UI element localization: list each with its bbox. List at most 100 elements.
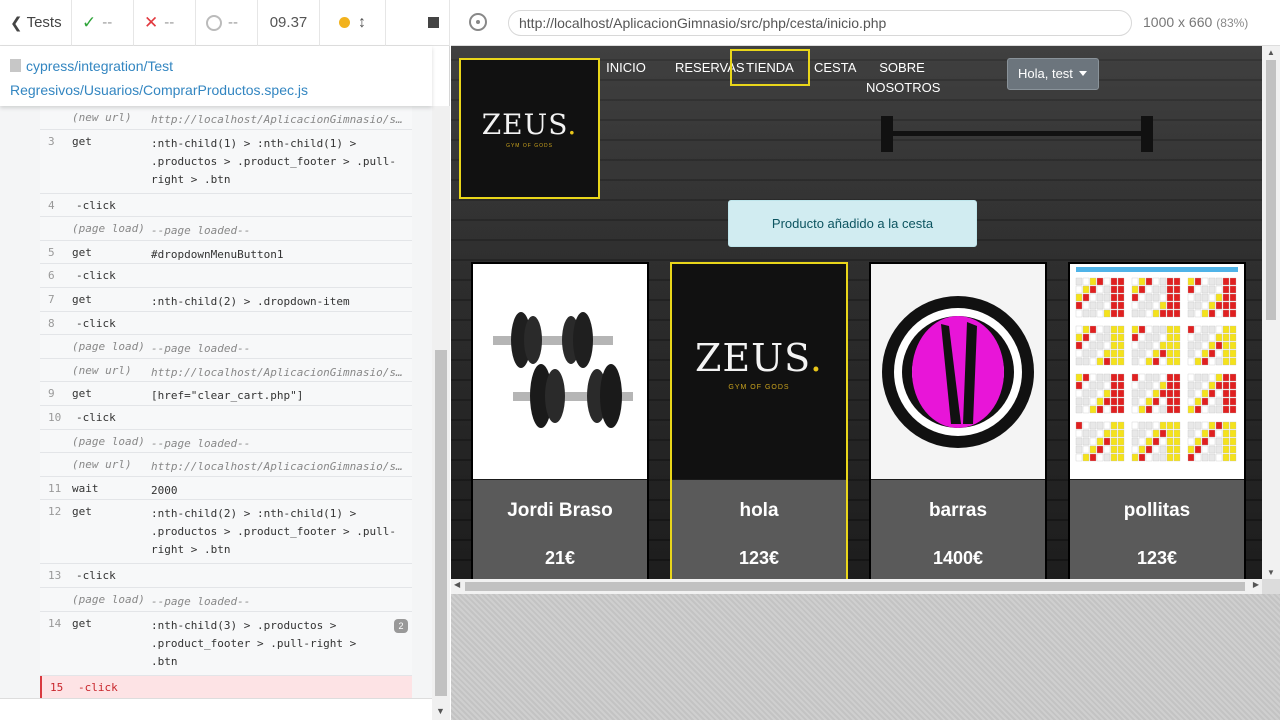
aut-vertical-scrollbar[interactable]: ▲ ▼ — [1262, 46, 1280, 579]
app-runner: http://localhost/AplicacionGimnasio/src/… — [451, 0, 1280, 720]
product-price: 1400€ — [932, 548, 984, 568]
pending-circle-icon — [206, 14, 222, 31]
scroll-right-icon[interactable]: ▶ — [1253, 580, 1259, 589]
command-log-event[interactable]: (page load) --page loaded-- — [40, 217, 412, 241]
reporter-scrollbar[interactable]: ▼ — [432, 106, 450, 720]
command-list: (new url) http://localhost/AplicacionGimn… — [40, 106, 412, 698]
command-log-event[interactable]: (new url) http://localhost/AplicacionGimn… — [40, 106, 412, 130]
spec-file-path[interactable]: cypress/integration/Test Regresivos/Usua… — [0, 46, 432, 106]
command-message: 2000 — [151, 483, 178, 497]
command-message: :nth-child(2) > :nth-child(1) > .product… — [151, 507, 397, 557]
product-card[interactable]: barras 1400€ — [869, 262, 1047, 594]
gym-hero-background: ZEUS. GYM OF GODS INICIO RESERVAS TIENDA… — [451, 46, 1262, 594]
nav-tienda[interactable]: TIENDA — [730, 49, 810, 86]
nav-inicio[interactable]: INICIO — [606, 58, 646, 78]
calendar-image — [1070, 264, 1244, 479]
command-message: http://localhost/AplicacionGimnasio/s... — [151, 460, 403, 474]
command-log-row[interactable]: 8 -click — [40, 311, 412, 336]
auto-scroll-toggle[interactable]: ↕ — [320, 0, 386, 46]
user-greeting: Hola, test — [1018, 66, 1073, 81]
command-log-event[interactable]: (page load) --page loaded-- — [40, 335, 412, 359]
command-log-row[interactable]: 13 -click — [40, 564, 412, 588]
logo-tagline: GYM OF GODS — [506, 143, 553, 149]
caret-down-icon — [1078, 71, 1087, 76]
command-message: #dropdownMenuButton1 — [151, 247, 284, 261]
scroll-down-icon[interactable]: ▼ — [436, 706, 445, 716]
command-number: 7 — [48, 292, 55, 306]
url-bar: http://localhost/AplicacionGimnasio/src/… — [451, 0, 1280, 46]
stop-button[interactable] — [386, 0, 450, 46]
product-footer: hola 123€ — [672, 480, 846, 594]
command-message: :nth-child(3) > .productos > .product_fo… — [151, 618, 357, 668]
passed-count: ✓ -- — [72, 0, 134, 46]
command-name: -click — [76, 410, 116, 424]
application-under-test: ZEUS. GYM OF GODS INICIO RESERVAS TIENDA… — [451, 46, 1280, 594]
aut-url[interactable]: http://localhost/AplicacionGimnasio/src/… — [508, 10, 1132, 36]
command-log-event[interactable]: (page load) --page loaded-- — [40, 429, 412, 454]
command-name: get — [72, 134, 92, 148]
product-card[interactable]: Jordi Braso 21€ — [471, 262, 649, 594]
aut-horizontal-scrollbar[interactable]: ◀ ▶ — [451, 579, 1262, 594]
zeus-logo-image: ZEUS. GYM OF GODS — [695, 336, 823, 391]
nav-cesta[interactable]: CESTA — [814, 58, 856, 78]
command-name: (page load) — [72, 434, 145, 448]
product-title: hola — [739, 500, 779, 521]
command-log-row[interactable]: 3 get:nth-child(1) > :nth-child(1) > .pro… — [40, 129, 412, 194]
scroll-up-icon[interactable]: ▲ — [1267, 48, 1275, 57]
barbell-decoration — [891, 131, 1141, 136]
scrollbar-thumb[interactable] — [465, 582, 1245, 591]
command-name: (page load) — [72, 592, 145, 606]
command-log-row[interactable]: 4 -click — [40, 193, 412, 218]
command-log-row[interactable]: 6 -click — [40, 264, 412, 288]
failed-value: -- — [164, 14, 175, 31]
command-name: (page load) — [72, 340, 145, 354]
command-log-row[interactable]: 14 get:nth-child(3) > .productos > .produ… — [40, 611, 412, 676]
scroll-down-icon[interactable]: ▼ — [1267, 568, 1275, 577]
scroll-arrows-icon: ↕ — [358, 13, 366, 31]
selector-playground-icon[interactable] — [469, 13, 487, 31]
command-log-event[interactable]: (new url) http://localhost/AplicacionGimn… — [40, 358, 412, 383]
product-card[interactable]: ZEUS. GYM OF GODS hola 123€ — [670, 262, 848, 594]
site-logo[interactable]: ZEUS. GYM OF GODS — [459, 58, 600, 199]
command-log-row[interactable]: 7 get:nth-child(2) > .dropdown-item — [40, 287, 412, 312]
command-message: :nth-child(1) > :nth-child(1) > .product… — [151, 136, 397, 186]
command-log-row[interactable]: 12 get:nth-child(2) > :nth-child(1) > .pr… — [40, 500, 412, 565]
product-image: ZEUS. GYM OF GODS — [672, 264, 846, 479]
command-message: :nth-child(2) > .dropdown-item — [151, 294, 350, 308]
product-price: 123€ — [738, 548, 780, 568]
command-log-event[interactable]: (page load) --page loaded-- — [40, 587, 412, 612]
user-dropdown-button[interactable]: Hola, test — [1007, 58, 1099, 90]
product-image — [871, 264, 1045, 479]
nav-sobre-nosotros[interactable]: SOBRE NOSOTROS — [866, 58, 940, 98]
command-message: --page loaded-- — [151, 436, 251, 450]
tests-label: Tests — [26, 14, 62, 31]
scroll-left-icon[interactable]: ◀ — [454, 580, 460, 589]
element-count-badge: 2 — [394, 618, 408, 633]
command-log-event[interactable]: (new url) http://localhost/AplicacionGimn… — [40, 453, 412, 477]
viewport-info[interactable]: 1000 x 660 (83%) — [1143, 14, 1248, 30]
scrollbar-thumb[interactable] — [1266, 60, 1276, 320]
spec-path-line2: Regresivos/Usuarios/ComprarProductos.spe… — [10, 82, 308, 98]
pattern-image — [871, 264, 1045, 479]
command-number: 5 — [48, 245, 55, 259]
command-log-row[interactable]: 9 get [href="clear_cart.php"] — [40, 382, 412, 406]
command-number: 4 — [48, 198, 55, 212]
back-to-tests-button[interactable]: ❮ Tests — [0, 0, 72, 46]
product-image — [1070, 264, 1244, 479]
scrollbar-thumb[interactable] — [435, 350, 447, 696]
command-number: 8 — [48, 316, 55, 330]
product-title: Jordi Braso — [507, 500, 613, 521]
command-message: --page loaded-- — [151, 224, 251, 238]
product-card[interactable]: pollitas 123€ — [1068, 262, 1246, 594]
command-log-row[interactable]: 10 -click — [40, 405, 412, 430]
passed-value: -- — [102, 14, 113, 31]
command-log-row[interactable]: 15 -click — [40, 675, 412, 698]
command-log-row[interactable]: 5 get #dropdownMenuButton1 — [40, 240, 412, 265]
command-name: get — [72, 387, 92, 401]
command-log-row[interactable]: 11 wait 2000 — [40, 476, 412, 501]
product-image — [473, 264, 647, 479]
reporter-header: ❮ Tests ✓ -- ✕ -- -- 09.37 ↕ — [0, 0, 450, 46]
cypress-reporter: ❮ Tests ✓ -- ✕ -- -- 09.37 ↕ cypress/int… — [0, 0, 450, 720]
command-name: get — [72, 505, 92, 519]
nav-reservas[interactable]: RESERVAS — [675, 58, 745, 78]
